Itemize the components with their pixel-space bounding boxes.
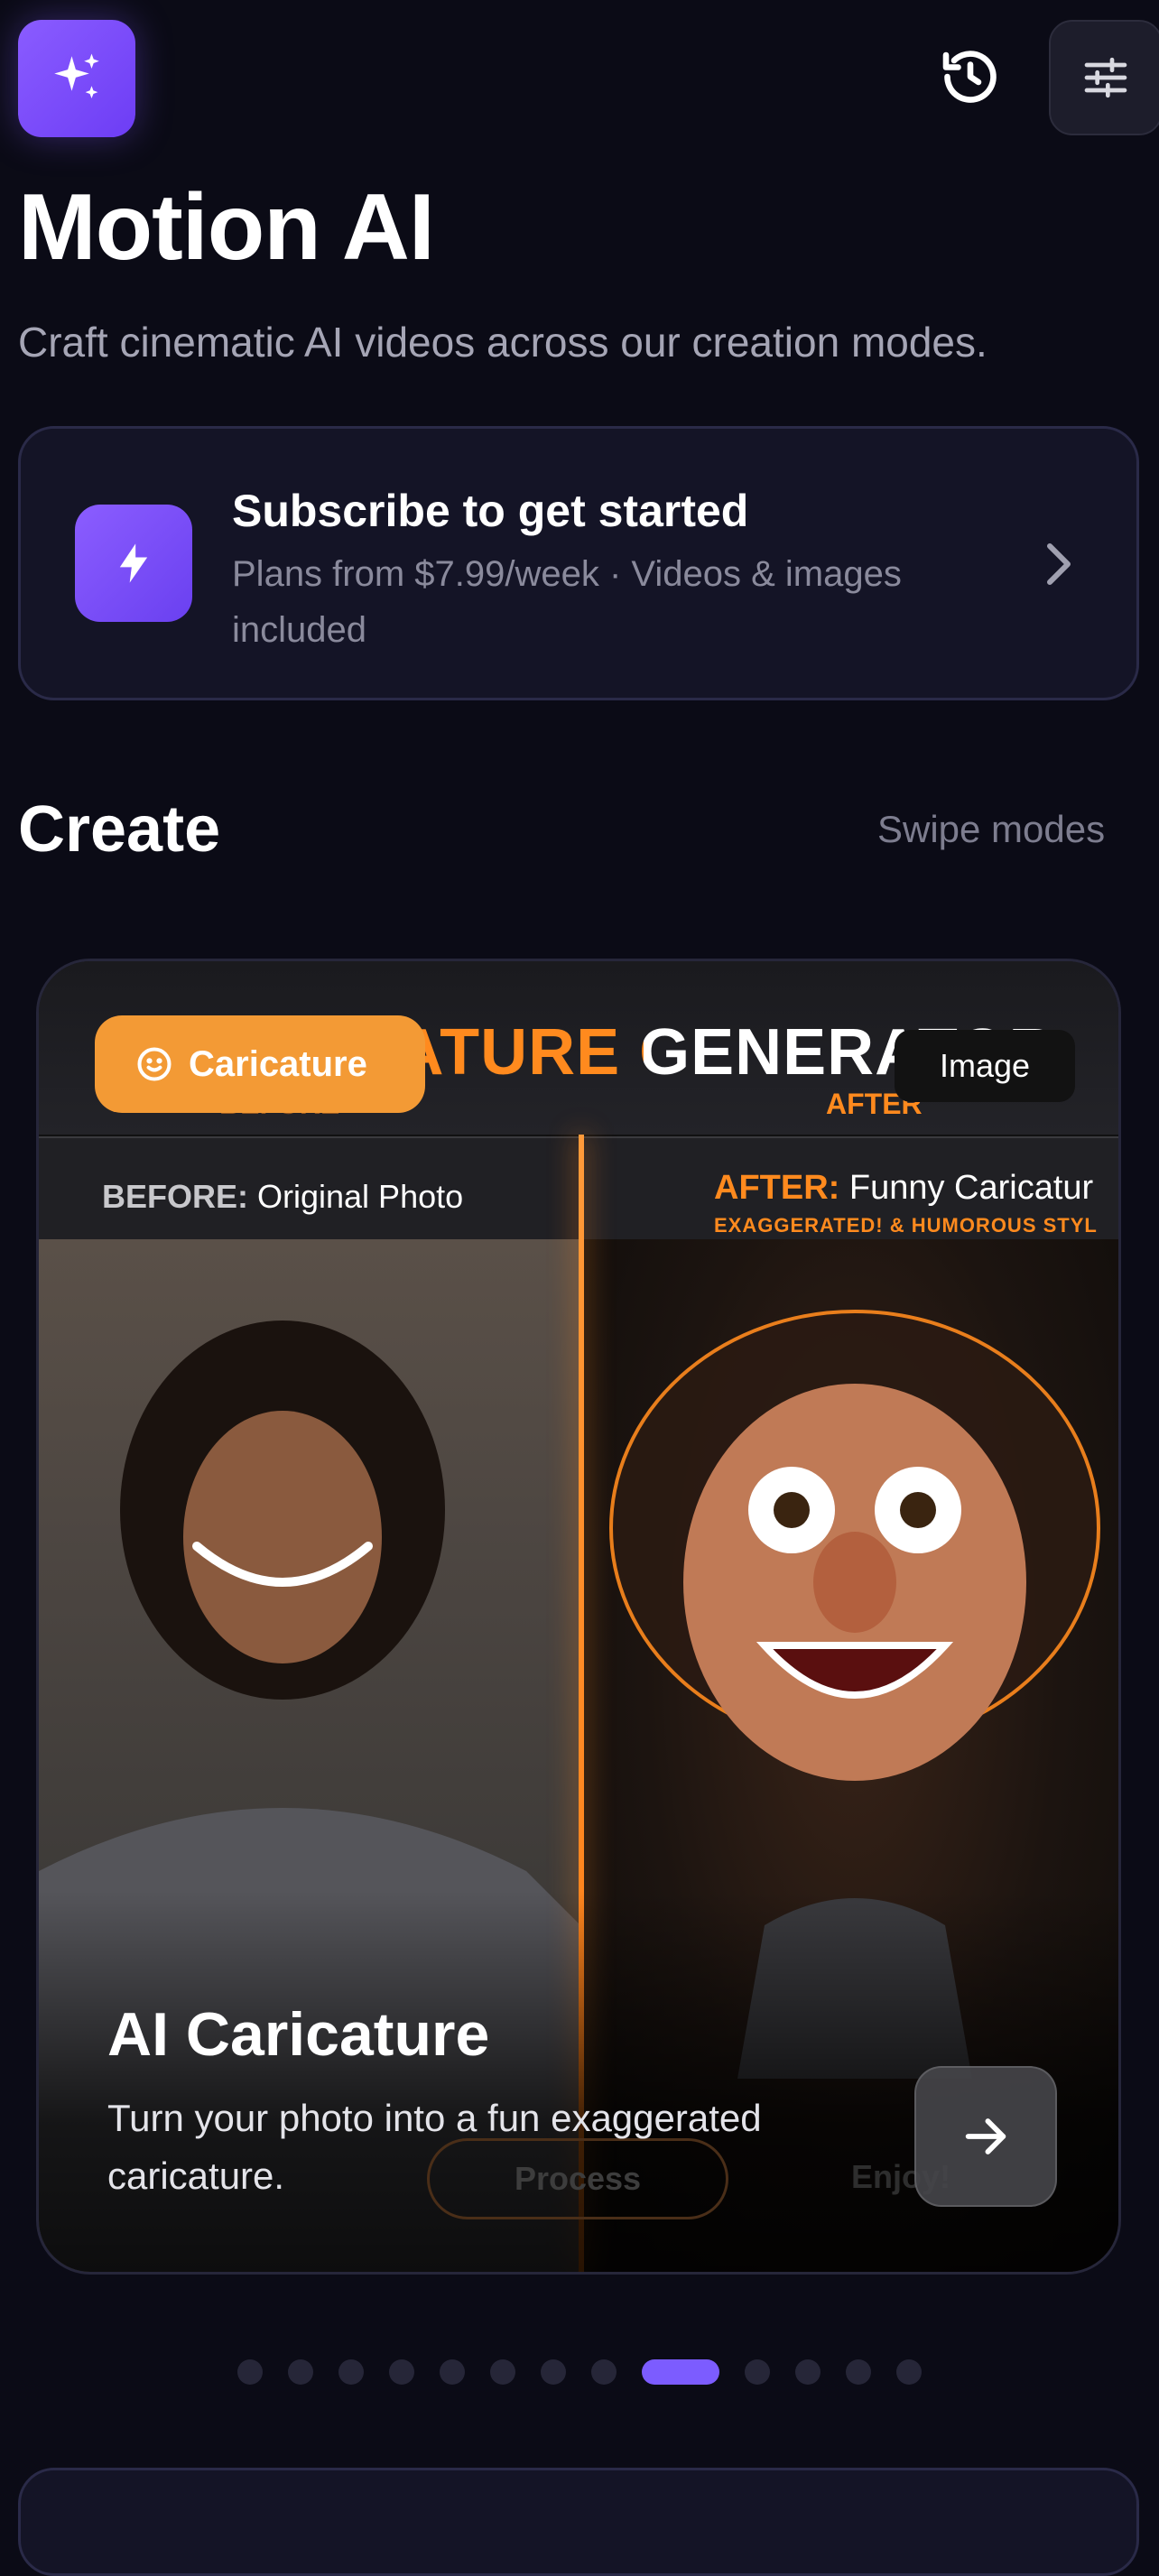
- filter-settings-button[interactable]: [1049, 20, 1159, 135]
- subscribe-title: Subscribe to get started: [232, 486, 749, 536]
- open-mode-button[interactable]: [914, 2066, 1057, 2207]
- pagination-dot[interactable]: [338, 2359, 364, 2385]
- carousel-pagination: [0, 2359, 1159, 2385]
- pagination-dot[interactable]: [846, 2359, 871, 2385]
- subscribe-icon-tile: [75, 505, 192, 622]
- lightning-icon: [119, 543, 148, 583]
- pagination-dot[interactable]: [642, 2359, 719, 2385]
- subscribe-card[interactable]: Subscribe to get started Plans from $7.9…: [18, 426, 1139, 700]
- pagination-dot[interactable]: [541, 2359, 566, 2385]
- before-label: BEFORE: Original Photo: [102, 1178, 464, 1215]
- subscribe-description: Plans from $7.99/week · Videos & images …: [232, 554, 902, 650]
- next-section-card: [18, 2468, 1139, 2576]
- page-title: Motion AI: [18, 175, 435, 280]
- arrow-right-icon: [965, 2118, 1006, 2154]
- pagination-dot[interactable]: [440, 2359, 465, 2385]
- media-type-badge: Image: [895, 1030, 1075, 1102]
- history-button[interactable]: [930, 36, 1011, 117]
- after-sublabel: EXAGGERATED! & HUMOROUS STYL: [714, 1214, 1098, 1237]
- pagination-dot[interactable]: [490, 2359, 515, 2385]
- mode-card-caricature[interactable]: AI CARICATURE GENERATOR BEFORE AFTER BEF…: [36, 959, 1121, 2275]
- chevron-right-icon: [1047, 543, 1071, 585]
- pagination-dot[interactable]: [237, 2359, 263, 2385]
- pagination-dot[interactable]: [795, 2359, 821, 2385]
- pagination-dot[interactable]: [896, 2359, 922, 2385]
- history-icon: [942, 51, 997, 103]
- sliders-icon: [1084, 57, 1127, 98]
- sparkles-icon: [54, 53, 99, 98]
- create-heading: Create: [18, 793, 221, 866]
- smile-icon: [137, 1047, 172, 1081]
- after-label: AFTER: Funny Caricatur: [714, 1169, 1094, 1207]
- pagination-dot[interactable]: [745, 2359, 770, 2385]
- swipe-hint: Swipe modes: [877, 808, 1106, 850]
- mode-description: Turn your photo into a fun exaggerated c…: [107, 2097, 762, 2197]
- mode-pill-label: Caricature: [189, 1043, 367, 1084]
- pagination-dot[interactable]: [288, 2359, 313, 2385]
- mode-pill-caricature[interactable]: Caricature: [95, 1015, 425, 1113]
- mode-title: AI Caricature: [107, 2000, 490, 2069]
- pagination-dot[interactable]: [591, 2359, 617, 2385]
- pagination-dot[interactable]: [389, 2359, 414, 2385]
- page-subtitle: Craft cinematic AI videos across our cre…: [18, 319, 987, 366]
- app-logo-button[interactable]: [18, 20, 135, 137]
